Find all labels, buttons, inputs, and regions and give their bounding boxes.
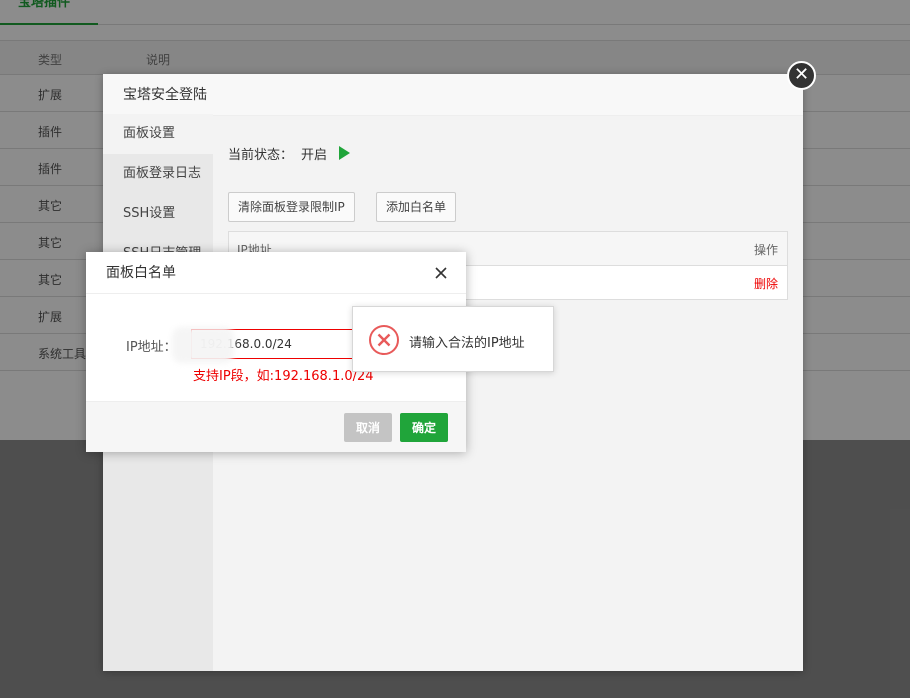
play-icon [339,146,350,160]
error-icon [369,325,399,355]
whitelist-dialog-title: 面板白名单 [86,252,466,294]
clear-limit-ip-button[interactable]: 清除面板登录限制IP [228,192,355,222]
error-tooltip: 请输入合法的IP地址 [352,306,554,372]
redaction-blur [172,327,234,363]
ip-header-operation: 操作 [753,243,778,257]
status-label: 当前状态： [228,148,294,163]
ip-format-hint: 支持IP段，如:192.168.1.0/24 [193,369,374,384]
dialog-title: 宝塔安全登陆 [103,74,803,116]
cancel-button[interactable]: 取消 [344,413,392,442]
add-whitelist-button[interactable]: 添加白名单 [376,192,457,222]
confirm-button[interactable]: 确定 [400,413,448,442]
sidebar-item-panel-settings[interactable]: 面板设置 [103,114,213,154]
close-icon[interactable]: ✕ [787,61,816,90]
error-message: 请输入合法的IP地址 [409,336,525,351]
sidebar-item-ssh-settings[interactable]: SSH设置 [103,194,213,234]
status-value: 开启 [301,148,328,163]
close-icon[interactable] [433,265,449,281]
ip-address-label: IP地址： [126,340,177,355]
sidebar-item-login-log[interactable]: 面板登录日志 [103,154,213,194]
whitelist-dialog-footer: 取消 确定 [86,401,466,452]
delete-link[interactable]: 删除 [754,275,778,292]
